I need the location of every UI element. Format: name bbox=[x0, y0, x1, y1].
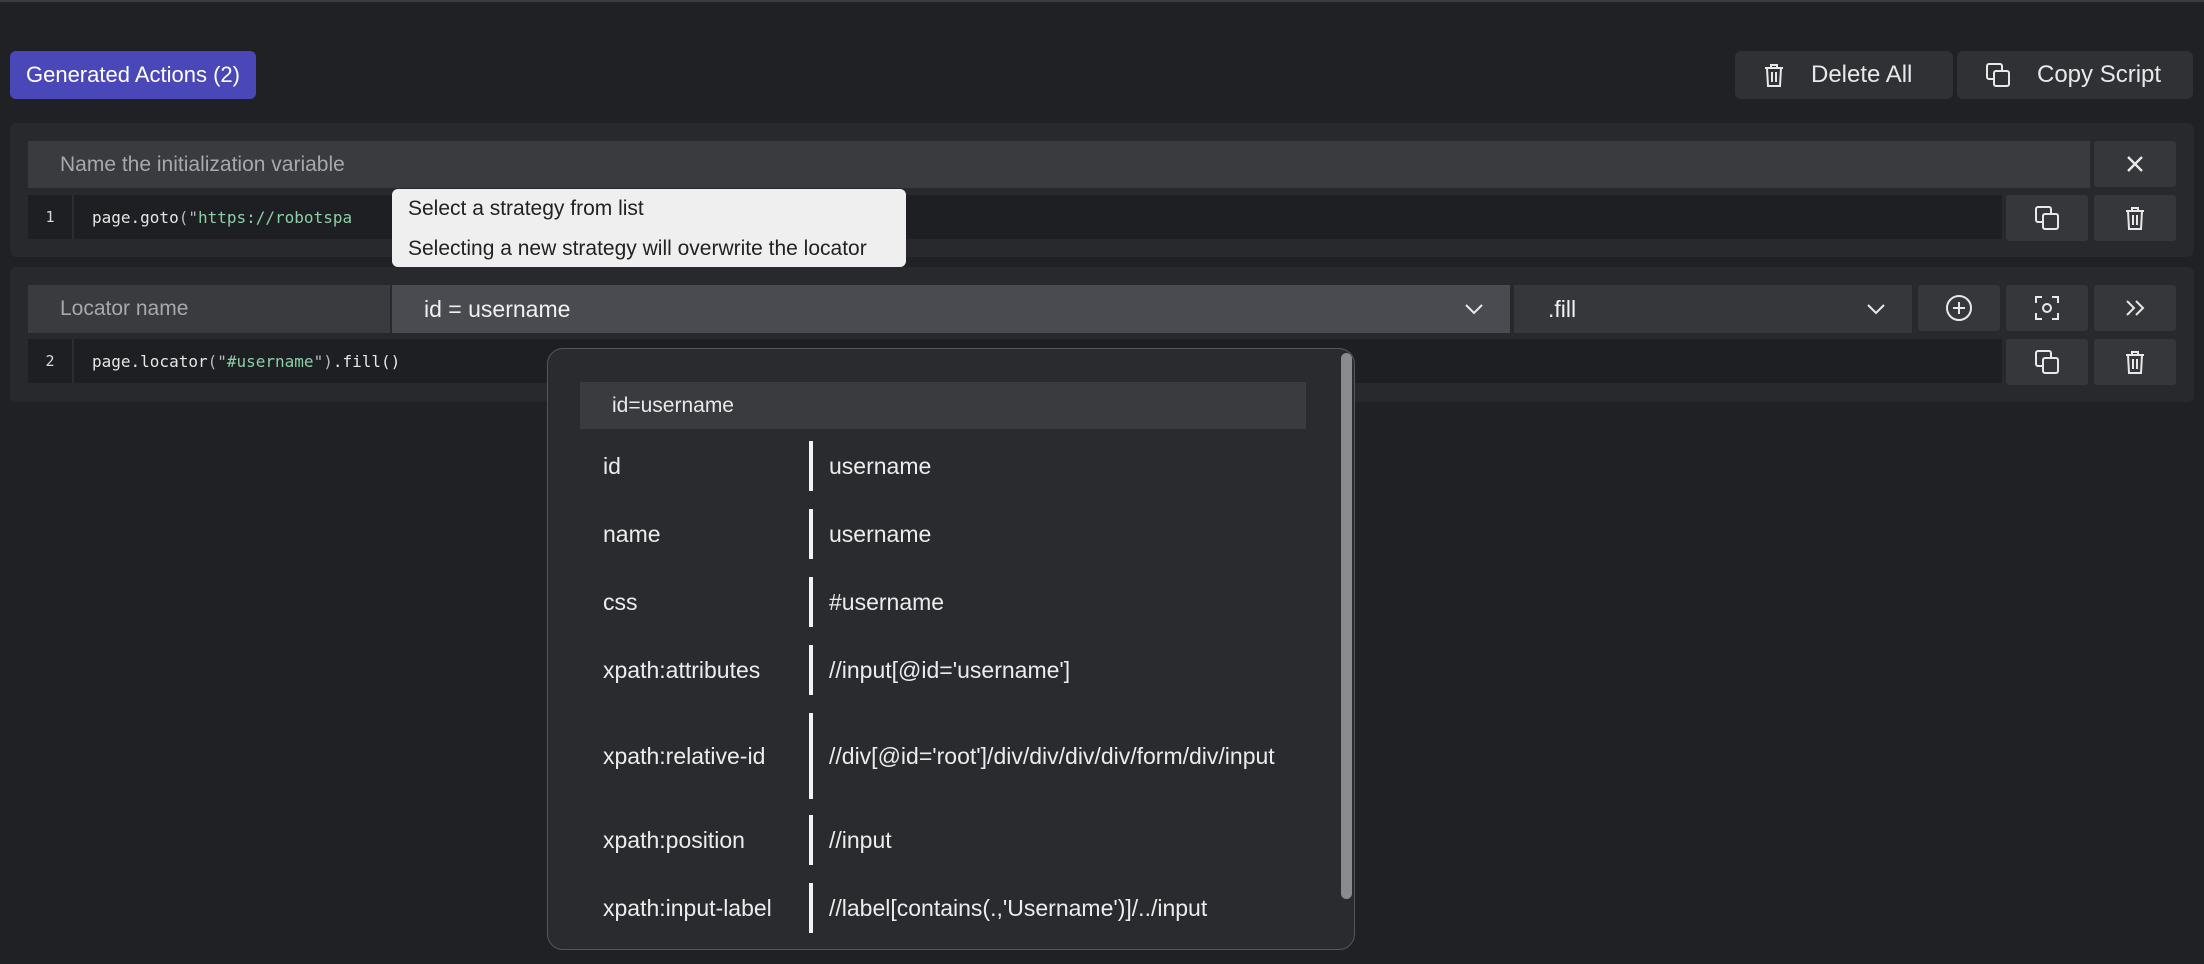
focus-capture-icon bbox=[2035, 296, 2059, 320]
strategy-option-name[interactable]: name username bbox=[603, 507, 1303, 561]
strategy-option-id[interactable]: id username bbox=[603, 439, 1303, 493]
copy-line-button[interactable] bbox=[2006, 195, 2088, 241]
chevron-down-icon bbox=[1867, 304, 1885, 315]
option-key: id bbox=[603, 452, 621, 479]
copy-script-label: Copy Script bbox=[2037, 61, 2162, 88]
option-value: //div[@id='root']/div/div/div/div/form/d… bbox=[829, 743, 1275, 769]
option-value: #username bbox=[829, 589, 945, 615]
expand-button[interactable] bbox=[2094, 285, 2176, 331]
locator-name-input[interactable]: Locator name bbox=[28, 285, 390, 333]
generated-actions-badge: Generated Actions (2) bbox=[10, 51, 256, 99]
option-key: css bbox=[603, 588, 638, 615]
close-icon bbox=[2127, 156, 2143, 172]
capture-element-button[interactable] bbox=[2006, 285, 2088, 331]
tooltip-line-1: Select a strategy from list bbox=[408, 197, 644, 220]
delete-all-button[interactable]: Delete All bbox=[1735, 51, 1953, 99]
code-tail: .fill() bbox=[332, 351, 401, 371]
tooltip-line-2: Selecting a new strategy will overwrite … bbox=[408, 237, 867, 260]
strategy-option-xpath-input-label[interactable]: xpath:input-label //label[contains(.,'Us… bbox=[603, 881, 1303, 935]
option-divider bbox=[809, 815, 813, 865]
option-divider bbox=[809, 509, 813, 559]
dropdown-header: id=username bbox=[580, 382, 1306, 429]
copy-script-button[interactable]: Copy Script bbox=[1957, 51, 2193, 99]
double-chevron-right-icon bbox=[2126, 300, 2145, 316]
strategy-option-css[interactable]: css #username bbox=[603, 575, 1303, 629]
option-value: //label[contains(.,'Username')]/../input bbox=[829, 895, 1208, 921]
strategy-select-value: id = username bbox=[424, 295, 571, 322]
code-argument: #username bbox=[226, 351, 314, 371]
copy-line-button[interactable] bbox=[2006, 339, 2088, 385]
chevron-down-icon bbox=[1465, 304, 1483, 315]
option-key: xpath:position bbox=[603, 826, 745, 853]
delete-line-button[interactable] bbox=[2094, 339, 2176, 385]
option-divider bbox=[809, 713, 813, 799]
copy-icon bbox=[2035, 206, 2059, 230]
top-divider bbox=[0, 0, 2204, 2]
code-function: page.locator bbox=[92, 351, 208, 371]
code-open-paren: (" bbox=[178, 207, 198, 227]
trash-icon bbox=[2126, 207, 2144, 230]
action-select[interactable]: .fill bbox=[1514, 285, 1912, 333]
trash-icon bbox=[1765, 64, 1783, 87]
code-line-1: 1 page.goto (" https://robotspa bbox=[28, 195, 2002, 239]
code-argument: https://robotspa bbox=[197, 207, 353, 227]
strategy-select[interactable]: id = username bbox=[392, 285, 1510, 333]
option-key: xpath:attributes bbox=[603, 656, 761, 683]
copy-icon bbox=[1986, 63, 2010, 87]
line-number: 1 bbox=[28, 195, 74, 239]
close-button[interactable] bbox=[2094, 141, 2176, 187]
strategy-option-xpath-attributes[interactable]: xpath:attributes //input[@id='username'] bbox=[603, 643, 1303, 697]
add-action-button[interactable] bbox=[1918, 285, 2000, 331]
strategy-tooltip: Select a strategy from list Selecting a … bbox=[392, 189, 906, 267]
option-value: username bbox=[829, 453, 932, 479]
strategy-dropdown: id=username id username name username cs… bbox=[547, 348, 1355, 950]
code-text: page.locator (" #username ") .fill() bbox=[92, 339, 400, 383]
line-number: 2 bbox=[28, 339, 74, 383]
strategy-option-xpath-relative-id[interactable]: xpath:relative-id //div[@id='root']/div/… bbox=[603, 711, 1303, 801]
option-divider bbox=[809, 441, 813, 491]
action-select-value: .fill bbox=[1548, 295, 1577, 322]
trash-icon bbox=[2126, 351, 2144, 374]
delete-line-button[interactable] bbox=[2094, 195, 2176, 241]
copy-icon bbox=[2035, 350, 2059, 374]
code-function: page.goto bbox=[92, 207, 179, 227]
option-key: xpath:relative-id bbox=[603, 742, 766, 769]
option-value: //input bbox=[829, 827, 892, 853]
init-variable-input[interactable]: Name the initialization variable bbox=[28, 141, 2090, 188]
option-key: name bbox=[603, 520, 661, 547]
option-divider bbox=[809, 645, 813, 695]
dropdown-scrollbar-thumb[interactable] bbox=[1341, 353, 1352, 899]
option-value: //input[@id='username'] bbox=[829, 657, 1071, 683]
option-divider bbox=[809, 577, 813, 627]
code-close-paren: ") bbox=[313, 351, 333, 371]
strategy-option-xpath-position[interactable]: xpath:position //input bbox=[603, 813, 1303, 867]
option-value: username bbox=[829, 521, 932, 547]
delete-all-label: Delete All bbox=[1811, 61, 1913, 88]
code-text: page.goto (" https://robotspa bbox=[92, 195, 352, 239]
code-open-paren: (" bbox=[207, 351, 227, 371]
option-divider bbox=[809, 883, 813, 933]
plus-circle-icon bbox=[1946, 295, 1972, 321]
option-key: xpath:input-label bbox=[603, 894, 772, 921]
